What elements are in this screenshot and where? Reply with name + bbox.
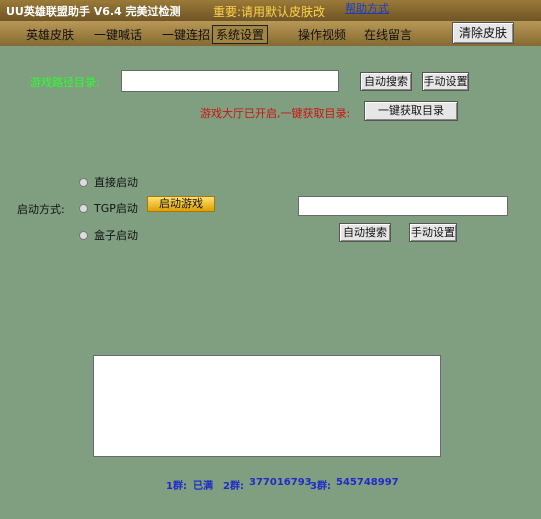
- radio-direct-label: 直接启动: [94, 176, 138, 189]
- launch-path-input[interactable]: [298, 196, 508, 216]
- get-dir-button[interactable]: 一键获取目录: [364, 101, 458, 121]
- group1-label: 1群:: [166, 481, 187, 492]
- radio-circle: [79, 177, 88, 187]
- title-bar: UU英雄联盟助手 V6.4 完美过检测 重要:请用默认皮肤改 帮助方式: [0, 0, 541, 21]
- clear-skin-button[interactable]: 清除皮肤: [452, 22, 514, 44]
- group2-label: 2群:: [223, 481, 244, 492]
- radio-tgp-launch[interactable]: TGP启动: [79, 201, 138, 215]
- log-textarea[interactable]: [93, 355, 441, 457]
- auto-search-button[interactable]: 自动搜索: [360, 72, 412, 91]
- launch-game-button[interactable]: 启动游戏: [147, 196, 215, 212]
- menu-online-message[interactable]: 在线留言: [364, 26, 412, 43]
- group2-value: 377016793: [249, 477, 312, 488]
- menu-one-click-shout[interactable]: 一键喊话: [94, 26, 142, 43]
- menu-system-settings[interactable]: 系统设置: [212, 25, 269, 44]
- help-link[interactable]: 帮助方式: [345, 0, 389, 16]
- menu-bar: 英雄皮肤 一键喊话 一键连招 系统设置 操作视频 在线留言 清除皮肤: [0, 21, 541, 46]
- launch-mode-label: 启动方式:: [17, 203, 65, 216]
- group1-value: 已满: [193, 481, 213, 492]
- radio-circle: [79, 230, 88, 240]
- radio-tgp-label: TGP启动: [94, 202, 138, 215]
- important-notice: 重要:请用默认皮肤改: [213, 5, 326, 19]
- radio-box-launch[interactable]: 盒子启动: [79, 228, 138, 242]
- app-title: UU英雄联盟助手 V6.4 完美过检测: [6, 5, 181, 18]
- game-dir-label: 游戏路径目录:: [30, 76, 100, 89]
- group3-label: 3群:: [310, 481, 331, 492]
- radio-circle: [79, 203, 88, 213]
- menu-one-click-combo[interactable]: 一键连招: [162, 26, 210, 43]
- menu-operation-video[interactable]: 操作视频: [298, 26, 346, 43]
- hall-status-text: 游戏大厅已开启,一键获取目录:: [200, 107, 351, 120]
- launch-auto-search-button[interactable]: 自动搜索: [339, 223, 391, 242]
- game-dir-input[interactable]: [121, 70, 339, 92]
- launch-manual-set-button[interactable]: 手动设置: [409, 223, 457, 242]
- manual-set-button[interactable]: 手动设置: [422, 72, 469, 91]
- radio-direct-launch[interactable]: 直接启动: [79, 175, 138, 189]
- menu-hero-skin[interactable]: 英雄皮肤: [26, 26, 74, 43]
- group3-value: 545748997: [336, 477, 399, 488]
- radio-box-label: 盒子启动: [94, 229, 138, 242]
